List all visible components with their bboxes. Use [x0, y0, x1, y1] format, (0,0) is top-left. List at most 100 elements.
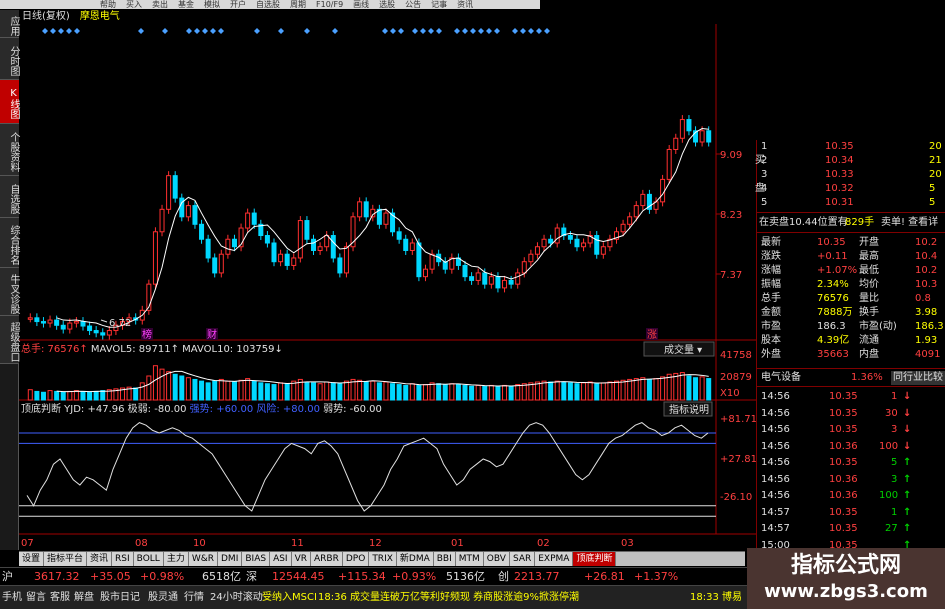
period-label[interactable]: 日线(复权) — [22, 10, 70, 24]
menu-item-10[interactable]: 选股 — [379, 0, 395, 9]
chart-header: 日线(复权) 摩恩电气 — [22, 10, 120, 24]
order-book-row[interactable]: 3 10.33 20 — [757, 168, 945, 182]
news-status-item[interactable]: 行情 — [184, 591, 204, 605]
indicator-tab-14[interactable]: 新DMA — [396, 552, 434, 566]
menu-item-0[interactable]: 帮助 — [100, 0, 116, 9]
menu-item-9[interactable]: 画线 — [353, 0, 369, 9]
menu-item-3[interactable]: 基金 — [178, 0, 194, 9]
news-status-item[interactable]: 股灵通 — [148, 591, 178, 605]
quote-value: 4091 — [915, 349, 941, 360]
left-tab-1[interactable]: 分时图 — [0, 38, 19, 80]
quote-row: 外盘 35663 内盘 4091 — [757, 348, 945, 362]
candle — [429, 253, 435, 270]
menu-item-11[interactable]: 公告 — [405, 0, 421, 9]
indicator-tab-2[interactable]: 资讯 — [87, 552, 113, 566]
menu-item-2[interactable]: 卖出 — [152, 0, 168, 9]
order-book-row[interactable]: 4 10.32 5 — [757, 182, 945, 196]
indicator-tab-19[interactable]: EXPMA — [535, 552, 574, 566]
indicator-tab-7[interactable]: DMI — [218, 552, 243, 566]
volume-bar — [587, 381, 593, 401]
index-status-item: 6518亿 — [202, 570, 241, 583]
left-tab-6[interactable]: 牛叉诊股 — [0, 268, 19, 316]
volume-bar — [449, 383, 455, 401]
indicator-tab-0[interactable]: 设置 — [19, 552, 45, 566]
news-status-item[interactable]: 留言 — [26, 591, 46, 605]
left-tab-2[interactable]: K线图 — [0, 80, 19, 124]
menu-item-5[interactable]: 开户 — [230, 0, 246, 9]
menu-item-4[interactable]: 模拟 — [204, 0, 220, 9]
indicator-tab-20[interactable]: 顶底判断 — [573, 552, 617, 566]
candle — [311, 238, 317, 251]
k-line-chart[interactable]: 9.09 8.23 7.37 6.72 榜 财 涨总手: 76576↑ MAVOL5: 89… — [19, 24, 756, 551]
quote-value: 10.35 — [817, 237, 846, 248]
news-status-item[interactable]: 解盘 — [74, 591, 94, 605]
index-status-item: 深 — [246, 570, 257, 583]
news-status-item[interactable]: 股市日记 — [100, 591, 140, 605]
volume-bar — [54, 390, 60, 401]
quote-row: 市盈 186.3 市盈(动) 186.3 — [757, 320, 945, 334]
candle — [508, 279, 514, 285]
indicator-name: 顶底判断 YJD: +47.96 — [21, 402, 128, 415]
menu-item-8[interactable]: F10/F9 — [316, 0, 343, 9]
indicator-tab-17[interactable]: OBV — [483, 552, 510, 566]
quote-value: 4.39亿 — [817, 335, 850, 346]
indicator-tab-11[interactable]: ARBR — [311, 552, 343, 566]
order-book-row[interactable]: 5 10.31 5 — [757, 196, 945, 210]
indicator-tab-18[interactable]: SAR — [509, 552, 536, 566]
indicator-tab-15[interactable]: BBI — [433, 552, 456, 566]
indicator-line — [26, 422, 709, 512]
separator — [757, 212, 945, 213]
candle — [271, 242, 277, 263]
news-status-item[interactable]: 受纳入MSCI — [262, 591, 317, 605]
candle — [218, 253, 224, 274]
news-status-item[interactable]: 客服 — [50, 591, 70, 605]
left-tab-0[interactable]: 应用 — [0, 10, 19, 38]
signal-diamond — [462, 28, 468, 34]
menu-item-6[interactable]: 自选股 — [256, 0, 280, 9]
volume-bar — [383, 381, 389, 401]
order-book-row[interactable]: 2 10.34 21 — [757, 154, 945, 168]
indicator-tab-13[interactable]: TRIX — [369, 552, 397, 566]
indicator-tab-12[interactable]: DPO — [342, 552, 370, 566]
menu-item-12[interactable]: 记事 — [431, 0, 447, 9]
order-book-row[interactable]: 1 10.35 20 — [757, 140, 945, 154]
left-tab-7[interactable]: 超级盘口 — [0, 316, 19, 364]
arrow-down-icon: ↓ — [903, 440, 912, 452]
sector-row[interactable]: 电气设备 1.36% 同行业比较 — [757, 371, 945, 385]
tick-price: 10.35 — [829, 457, 858, 468]
indicator-tab-6[interactable]: W&R — [188, 552, 218, 566]
indicator-tab-16[interactable]: MTM — [455, 552, 484, 566]
volume-bar — [317, 383, 323, 401]
indicator-tab-5[interactable]: 主力 — [163, 552, 189, 566]
menu-item-7[interactable]: 周期 — [290, 0, 306, 9]
candle — [245, 212, 251, 229]
left-tab-5[interactable]: 综合排名 — [0, 218, 19, 268]
indicator-tab-3[interactable]: RSI — [112, 552, 134, 566]
indicator-tab-1[interactable]: 指标平台 — [44, 552, 88, 566]
quote-value: 10.3 — [915, 279, 938, 290]
volume-bar — [80, 390, 86, 401]
news-status-item[interactable]: 手机 — [2, 591, 22, 605]
volume-bar — [343, 380, 349, 401]
index-status-item: 12544.45 — [272, 570, 325, 583]
news-status-item[interactable]: 18:33 博易 — [690, 591, 742, 605]
indicator-tab-9[interactable]: ASI — [270, 552, 292, 566]
left-tab-4[interactable]: 自选股 — [0, 176, 19, 218]
quote-value: 35663 — [817, 349, 849, 360]
indicator-tab-10[interactable]: VR — [291, 552, 312, 566]
indicator-tab-8[interactable]: BIAS — [242, 552, 271, 566]
volume-bar — [574, 383, 580, 401]
candle — [317, 246, 323, 251]
news-status-item[interactable]: 18:36 成交量连破万亿等利好频现 券商股涨逾9%掀涨停潮 — [318, 591, 579, 605]
volume-bar — [567, 382, 573, 401]
indicator-tab-4[interactable]: BOLL — [133, 552, 164, 566]
quote-row: 总手 76576 量比 0.8 — [757, 292, 945, 306]
menu-item-13[interactable]: 资讯 — [457, 0, 473, 9]
candle — [488, 276, 494, 285]
menu-item-1[interactable]: 买入 — [126, 0, 142, 9]
news-status-item[interactable]: 24小时滚动 — [210, 591, 263, 605]
tick-vol: 3 — [891, 473, 898, 485]
sell-info[interactable]: 在卖盘10.44位置有 829手 卖单! 查看详 — [757, 216, 945, 230]
left-tab-3[interactable]: 个股资料 — [0, 124, 19, 176]
candle — [581, 242, 587, 248]
